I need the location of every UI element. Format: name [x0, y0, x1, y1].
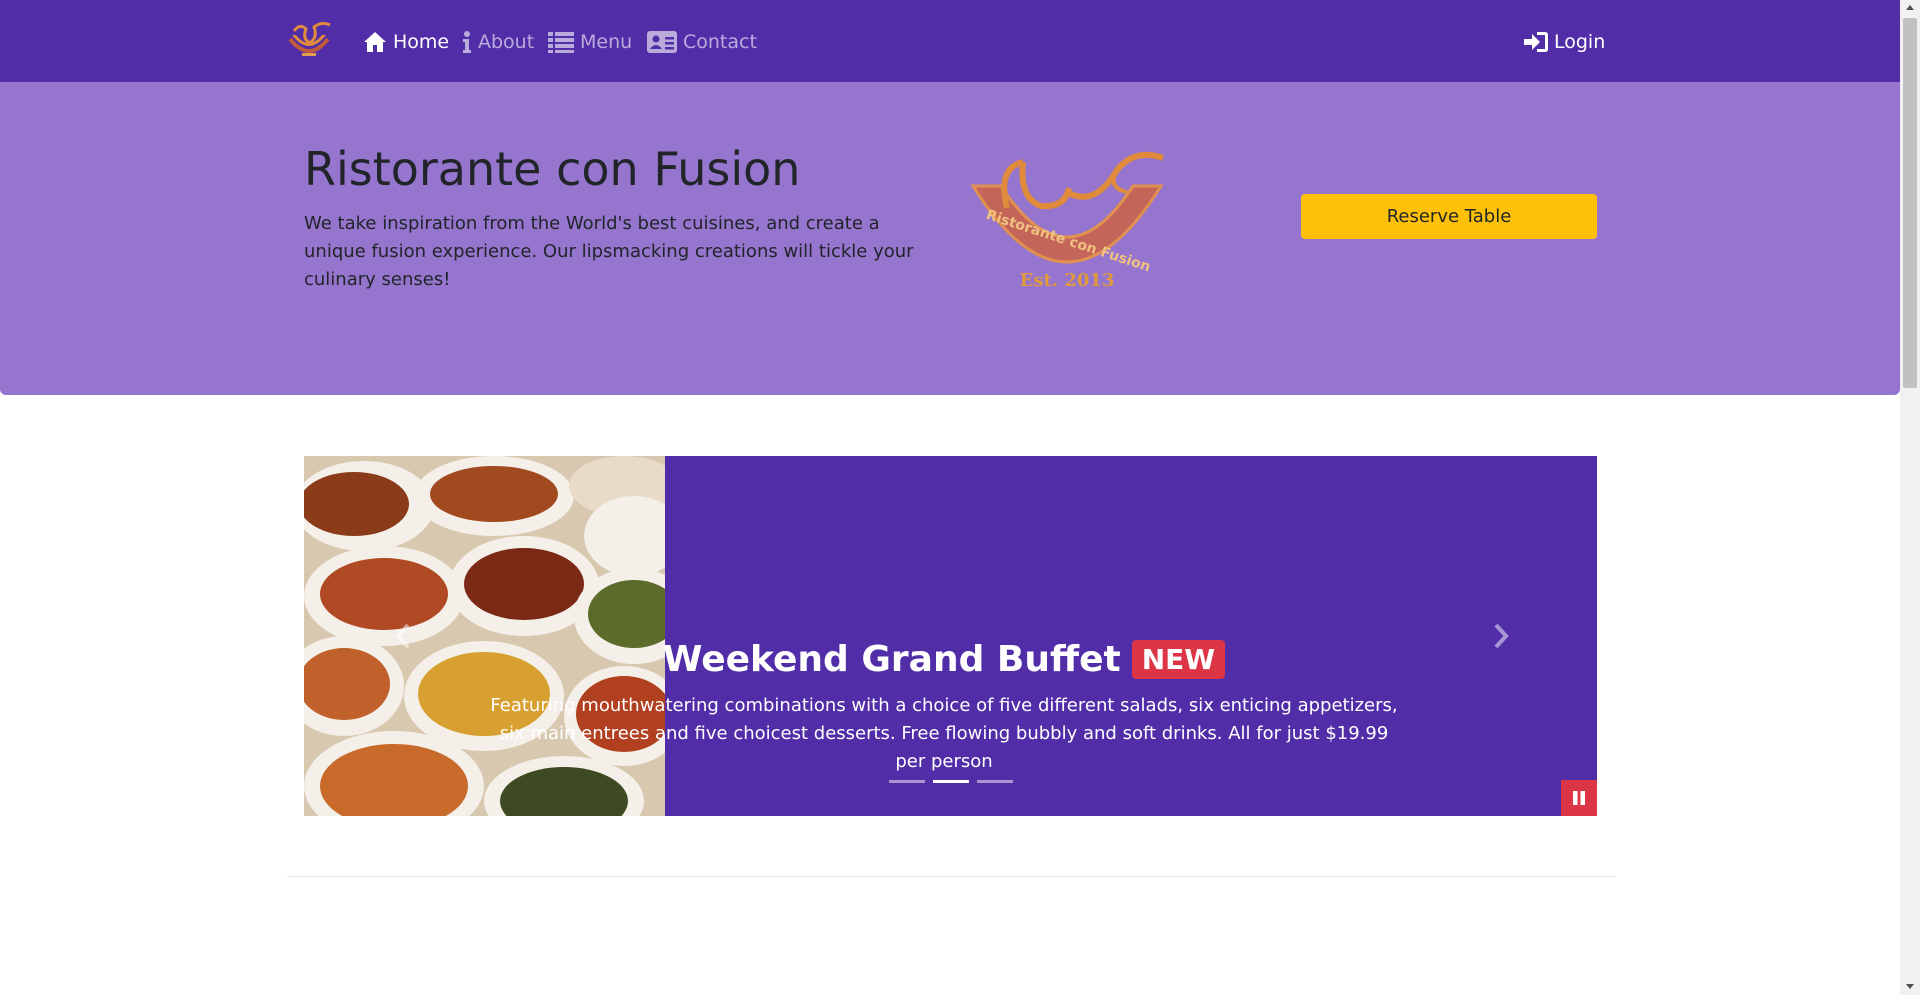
- carousel-indicator[interactable]: [889, 780, 925, 783]
- nav-contact-link[interactable]: Contact: [647, 28, 757, 56]
- scroll-thumb[interactable]: [1903, 18, 1917, 388]
- carousel: Weekend Grand Buffet NEW Featuring mouth…: [304, 456, 1597, 816]
- carousel-indicator-active[interactable]: [933, 780, 969, 783]
- logo-est-text: Est. 2013: [1020, 270, 1115, 288]
- nav-home-label: Home: [393, 31, 450, 53]
- sign-in-icon: [1524, 32, 1548, 52]
- caption-title-text: Weekend Grand Buffet: [662, 639, 1121, 680]
- carousel-next-icon[interactable]: [1486, 621, 1516, 651]
- navbar: Home About Menu Contact Login: [0, 0, 1900, 82]
- info-icon: [463, 31, 471, 53]
- nav-home-link[interactable]: Home: [363, 28, 449, 56]
- caption-title: Weekend Grand Buffet NEW: [662, 639, 1226, 680]
- new-badge: NEW: [1131, 640, 1226, 679]
- nav-menu-label: Menu: [580, 31, 633, 53]
- carousel-indicator[interactable]: [977, 780, 1013, 783]
- home-icon: [364, 32, 386, 52]
- scroll-up-icon[interactable]: [1905, 3, 1915, 13]
- restaurant-title: Ristorante con Fusion: [304, 142, 801, 196]
- reserve-table-button[interactable]: Reserve Table: [1301, 194, 1597, 239]
- brand-logo[interactable]: [284, 17, 334, 61]
- page-scrollbar[interactable]: [1900, 0, 1920, 995]
- login-link[interactable]: Login: [1524, 28, 1605, 56]
- nav-about-link[interactable]: About: [462, 28, 534, 56]
- login-label: Login: [1554, 31, 1606, 53]
- carousel-indicators: [889, 780, 1013, 783]
- nav-menu-link[interactable]: Menu: [548, 28, 632, 56]
- restaurant-logo: Ristorante con Fusion Est. 2013: [970, 152, 1165, 288]
- carousel-pause-button[interactable]: [1561, 780, 1597, 816]
- restaurant-description: We take inspiration from the World's bes…: [304, 213, 914, 290]
- nav-contact-label: Contact: [683, 31, 757, 53]
- carousel-prev-icon[interactable]: [388, 621, 418, 651]
- carousel-caption: Weekend Grand Buffet NEW Featuring mouth…: [484, 639, 1404, 776]
- list-icon: [548, 32, 574, 53]
- jumbotron: Ristorante con Fusion We take inspiratio…: [0, 82, 1900, 395]
- nav-about-label: About: [478, 31, 535, 53]
- caption-text: Featuring mouthwatering combinations wit…: [490, 695, 1398, 772]
- address-card-icon: [647, 31, 677, 53]
- pause-icon: [1573, 791, 1585, 805]
- scroll-down-icon[interactable]: [1905, 981, 1915, 991]
- section-divider: [287, 876, 1615, 877]
